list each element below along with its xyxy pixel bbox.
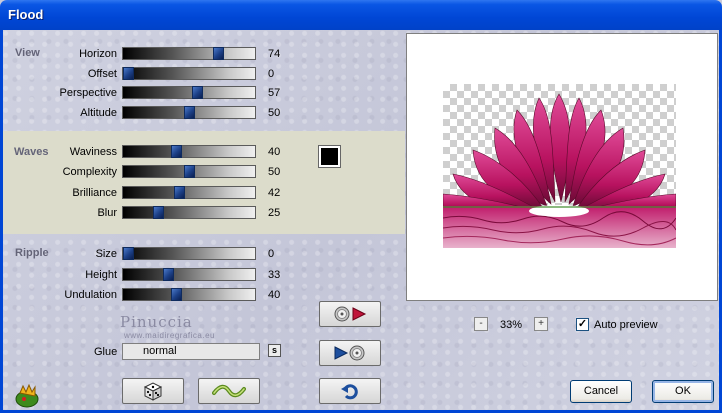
complexity-slider[interactable] — [122, 165, 256, 178]
blur-value[interactable]: 25 — [268, 207, 292, 219]
slider-label-horizon: Horizon — [79, 48, 117, 60]
glue-dropdown[interactable]: normal — [122, 343, 260, 360]
auto-preview-label: Auto preview — [594, 319, 658, 331]
zoom-out-button[interactable]: - — [474, 317, 488, 331]
offset-slider-thumb[interactable] — [123, 67, 134, 80]
slider-label-complexity: Complexity — [62, 166, 117, 178]
offset-value[interactable]: 0 — [268, 68, 292, 80]
brilliance-value[interactable]: 42 — [268, 187, 292, 199]
dice-icon — [143, 382, 163, 401]
altitude-slider[interactable] — [122, 106, 256, 119]
filters-unlimited-icon — [15, 383, 39, 408]
slider-label-blur: Blur — [97, 207, 117, 219]
altitude-value[interactable]: 50 — [268, 107, 292, 119]
size-slider[interactable] — [122, 247, 256, 260]
perspective-slider[interactable] — [122, 86, 256, 99]
undulation-slider[interactable] — [122, 288, 256, 301]
undo-icon — [341, 384, 358, 400]
cancel-button[interactable]: Cancel — [570, 380, 632, 403]
preview-image — [443, 84, 676, 248]
height-slider[interactable] — [122, 268, 256, 281]
blur-slider-thumb[interactable] — [153, 206, 164, 219]
preview-pane[interactable] — [406, 33, 718, 301]
randomize-button[interactable] — [122, 378, 184, 404]
complexity-value[interactable]: 50 — [268, 166, 292, 178]
auto-preview-checkbox[interactable]: ✓ — [576, 318, 589, 331]
slider-label-size: Size — [95, 248, 117, 260]
ok-button[interactable]: OK — [652, 380, 714, 403]
slider-label-waviness: Waviness — [69, 146, 117, 158]
slider-label-height: Height — [85, 269, 117, 281]
altitude-slider-thumb[interactable] — [184, 106, 195, 119]
height-slider-thumb[interactable] — [163, 268, 174, 281]
complexity-slider-thumb[interactable] — [184, 165, 195, 178]
glue-s-button[interactable]: s — [268, 344, 281, 357]
perspective-slider-thumb[interactable] — [192, 86, 203, 99]
brilliance-slider[interactable] — [122, 186, 256, 199]
reset-button[interactable] — [319, 378, 381, 404]
size-slider-thumb[interactable] — [123, 247, 134, 260]
flood-preview-graphic — [443, 93, 676, 248]
horizon-value[interactable]: 74 — [268, 48, 292, 60]
undulation-value[interactable]: 40 — [268, 289, 292, 301]
watermark-name: Pinuccia — [120, 313, 193, 331]
wave-button[interactable] — [198, 378, 260, 404]
glue-label: Glue — [94, 346, 118, 358]
save-preset-button[interactable] — [319, 301, 381, 327]
zoom-level: 33% — [500, 319, 523, 331]
horizon-slider-thumb[interactable] — [213, 47, 224, 60]
zoom-in-button[interactable]: + — [534, 317, 548, 331]
perspective-value[interactable]: 57 — [268, 87, 292, 99]
title-bar[interactable]: Flood — [0, 0, 722, 30]
undulation-slider-thumb[interactable] — [171, 288, 182, 301]
horizon-slider[interactable] — [122, 47, 256, 60]
watermark-site: www.maidiregrafica.eu — [124, 331, 215, 340]
height-value[interactable]: 33 — [268, 269, 292, 281]
slider-label-undulation: Undulation — [64, 289, 117, 301]
slider-label-perspective: Perspective — [59, 87, 117, 99]
waves-color-swatch[interactable] — [318, 145, 341, 168]
window-title: Flood — [8, 7, 44, 22]
slider-label-brilliance: Brilliance — [72, 187, 117, 199]
load-preset-icon — [334, 345, 365, 361]
blur-slider[interactable] — [122, 206, 256, 219]
slider-label-offset: Offset — [87, 68, 117, 80]
waviness-slider[interactable] — [122, 145, 256, 158]
size-value[interactable]: 0 — [268, 248, 292, 260]
waviness-value[interactable]: 40 — [268, 146, 292, 158]
load-preset-button[interactable] — [319, 340, 381, 366]
brilliance-slider-thumb[interactable] — [174, 186, 185, 199]
slider-label-altitude: Altitude — [80, 107, 117, 119]
wave-icon — [212, 384, 246, 398]
offset-slider[interactable] — [122, 67, 256, 80]
app-logo — [14, 383, 40, 408]
waviness-slider-thumb[interactable] — [171, 145, 182, 158]
save-preset-icon — [334, 306, 367, 322]
